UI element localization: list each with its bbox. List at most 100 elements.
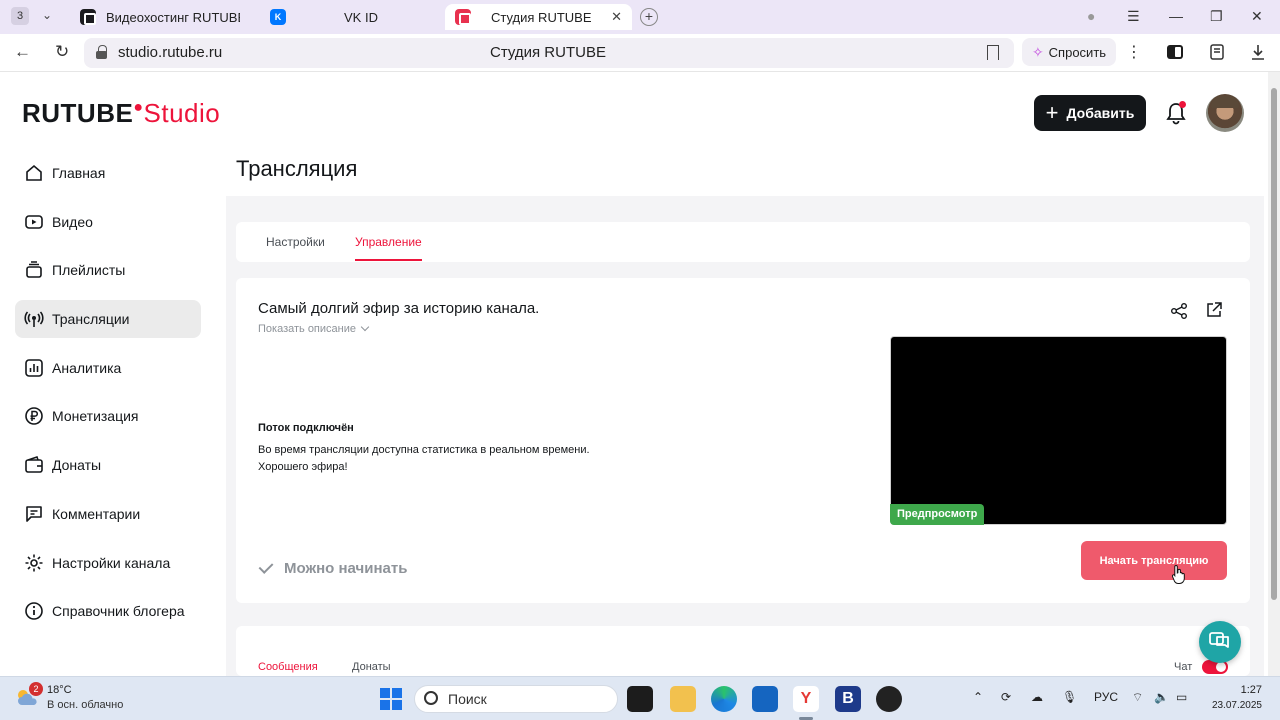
start-broadcast-button[interactable]: Начать трансляцию [1081, 541, 1227, 580]
sidebar-item-broadcasts[interactable]: Трансляции [15, 300, 201, 339]
volume-icon[interactable]: 🔈 [1154, 690, 1169, 704]
vk-app-icon[interactable]: B [835, 686, 861, 712]
close-tab-icon[interactable]: ✕ [611, 9, 622, 25]
preview-badge: Предпросмотр [890, 504, 985, 525]
microsoft-store-icon[interactable] [752, 686, 778, 712]
new-tab-button[interactable]: + [640, 8, 658, 26]
ruble-icon [24, 406, 44, 426]
studio-favicon-icon [455, 9, 471, 25]
sidebar-item-blogger-guide[interactable]: Справочник блогера [15, 592, 201, 630]
sidebar-item-label: Главная [52, 165, 106, 181]
tab-list-chevron-icon[interactable]: ⌄ [42, 8, 52, 22]
support-chat-button[interactable] [1199, 621, 1241, 663]
sidebar-item-label: Плейлисты [52, 262, 126, 279]
logo-text-rutube: RUTUBE [22, 98, 134, 128]
share-icon[interactable] [1170, 302, 1188, 320]
page-title: Трансляция [236, 156, 358, 181]
sidebar-item-label: Настройки канала [52, 554, 171, 571]
chevron-down-icon [360, 322, 370, 332]
sidebar-item-label: Аналитика [52, 359, 122, 376]
yandex-browser-icon[interactable]: Y [793, 686, 819, 712]
sidebar-item-video[interactable]: Видео [15, 203, 201, 241]
open-external-icon[interactable] [1206, 302, 1222, 318]
more-options-icon[interactable]: ⋮ [1126, 42, 1142, 62]
sidebar: Главная Видео Плейлисты Трансляции Анали… [15, 154, 201, 641]
taskbar-search-field[interactable]: Поиск [414, 685, 618, 713]
bookmark-icon[interactable] [987, 45, 999, 60]
sidebar-item-donations[interactable]: Донаты [15, 446, 201, 484]
edge-browser-icon[interactable] [711, 686, 737, 712]
browser-menu-icon[interactable]: ☰ [1127, 8, 1140, 25]
sidebar-item-analytics[interactable]: Аналитика [15, 349, 201, 387]
add-button[interactable]: + Добавить [1034, 95, 1146, 131]
lock-icon [96, 45, 107, 59]
clock-time[interactable]: 1:27 [1206, 684, 1262, 696]
comment-icon [24, 504, 44, 524]
active-tab-indicator [355, 259, 422, 261]
logo-dot: ● [133, 99, 144, 116]
scrollbar-thumb[interactable] [1271, 88, 1277, 600]
collections-icon[interactable] [1208, 43, 1226, 61]
sync-icon[interactable]: ⟳ [1001, 690, 1011, 704]
sidebar-item-label: Справочник блогера [52, 603, 185, 620]
tray-expand-icon[interactable]: ⌃ [973, 690, 983, 704]
stream-status-description: Во время трансляции доступна статистика … [258, 442, 678, 476]
wifi-icon[interactable]: ⌔ [1132, 690, 1143, 705]
sidebar-item-comments[interactable]: Комментарии [15, 495, 201, 533]
tab-management[interactable]: Управление [355, 235, 422, 249]
ask-ai-button[interactable]: ✧ Спросить [1022, 38, 1116, 66]
gear-icon [24, 553, 44, 573]
vk-favicon-icon [270, 9, 286, 25]
rutube-studio-logo[interactable]: RUTUBE●Studio [22, 98, 220, 129]
url-field[interactable]: studio.rutube.ru Студия RUTUBE [84, 38, 1014, 68]
tab-messages[interactable]: Сообщения [258, 661, 318, 673]
restore-icon[interactable]: ❐ [1210, 8, 1223, 25]
task-view-icon[interactable] [627, 686, 653, 712]
download-icon[interactable] [1249, 43, 1267, 61]
add-button-label: Добавить [1066, 105, 1135, 121]
video-icon [24, 212, 44, 232]
show-description-label: Показать описание [258, 323, 356, 335]
avatar[interactable] [1206, 94, 1244, 132]
info-icon [24, 601, 44, 621]
tab-donations[interactable]: Донаты [352, 661, 391, 673]
sidebar-item-label: Монетизация [52, 408, 139, 425]
url-page-title: Студия RUTUBE [490, 44, 606, 61]
back-arrow-icon[interactable]: ← [14, 42, 31, 62]
browser-tab-label: VK ID [344, 9, 378, 25]
stream-preview-player[interactable] [890, 336, 1227, 525]
microphone-icon[interactable]: 🎙 [1062, 690, 1077, 704]
browser-tab-rutube[interactable]: Видеохостинг RUTUBE. С [70, 4, 250, 30]
stream-status-title: Поток подключён [258, 422, 354, 434]
mouse-pointer-hand-icon [1172, 564, 1185, 584]
cloud-icon[interactable]: ☁ [1031, 690, 1043, 704]
browser-tab-label: Студия RUTUBE [491, 9, 592, 25]
show-description-toggle[interactable]: Показать описание [258, 322, 370, 335]
close-window-icon[interactable]: ✕ [1251, 8, 1263, 25]
sidebar-item-channel-settings[interactable]: Настройки канала [15, 544, 201, 582]
input-language[interactable]: РУС [1094, 690, 1118, 704]
obs-studio-icon[interactable] [876, 686, 902, 712]
check-icon [258, 559, 274, 574]
logo-text-studio: Studio [143, 98, 221, 128]
sidebar-item-monetization[interactable]: Монетизация [15, 397, 201, 435]
tab-count-badge[interactable]: 3 [11, 7, 29, 25]
reload-icon[interactable]: ↻ [55, 42, 69, 62]
stream-status-line: Хорошего эфира! [258, 461, 348, 473]
browser-tab-studio[interactable]: Студия RUTUBE ✕ [445, 4, 632, 30]
clock-date[interactable]: 23.07.2025 [1206, 700, 1262, 711]
windows-start-icon[interactable] [380, 688, 402, 710]
sidebar-panel-icon[interactable] [1166, 43, 1184, 61]
sidebar-item-home[interactable]: Главная [15, 154, 201, 192]
browser-tab-vkid[interactable]: VK ID [260, 4, 440, 30]
minimize-icon[interactable]: — [1169, 8, 1183, 24]
analytics-icon [24, 358, 44, 378]
sidebar-item-playlists[interactable]: Плейлисты [15, 251, 201, 289]
battery-icon[interactable]: ▭ [1176, 690, 1187, 704]
support-chat-icon [1209, 632, 1229, 648]
browser-tab-label: Видеохостинг RUTUBE. С [106, 9, 240, 25]
file-explorer-icon[interactable] [670, 686, 696, 712]
profile-icon[interactable]: ● [1087, 8, 1095, 24]
weather-condition: В осн. облачно [47, 699, 124, 711]
tab-settings[interactable]: Настройки [266, 235, 325, 249]
